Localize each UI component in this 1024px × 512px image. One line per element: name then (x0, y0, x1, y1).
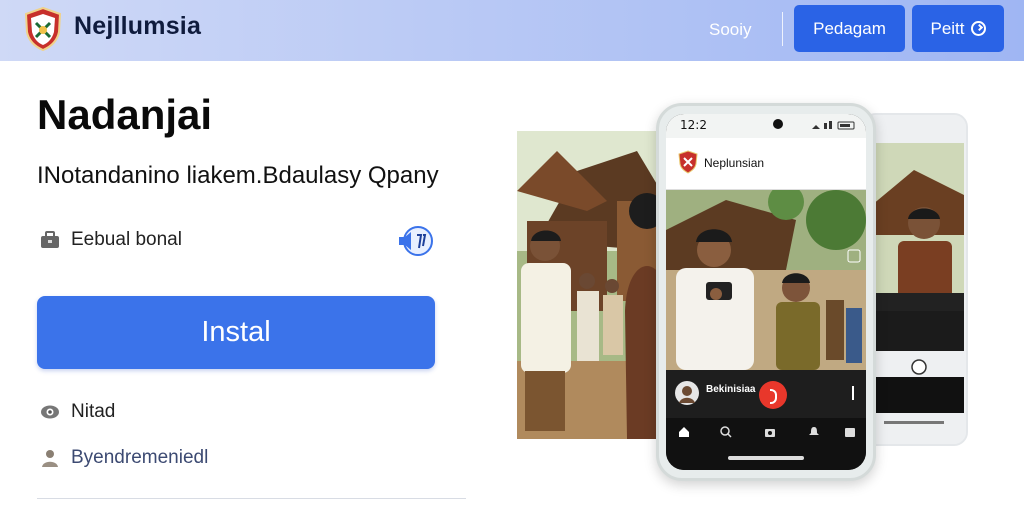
top-header: Nejllumsia Sooiy Pedagam Peitt (0, 0, 1024, 61)
phone-bottom-nav (666, 418, 866, 470)
phone-mockup: 12:2 Neplunsian Bekinisiaa (656, 103, 876, 481)
video-frame[interactable] (666, 190, 866, 370)
feature-label: Eebual bonal (71, 229, 182, 250)
profile-name: Bekinisiaa (706, 384, 756, 395)
speaker-icon[interactable] (397, 224, 435, 258)
header-primary-button[interactable]: Pedagam (794, 5, 905, 52)
home-indicator (728, 456, 804, 460)
camera-icon[interactable] (764, 426, 776, 438)
header-secondary-button[interactable]: Peitt (912, 5, 1004, 52)
secondary-phone-mockup (862, 113, 968, 446)
briefcase-icon (41, 231, 59, 248)
page-title: Nadanjai (37, 91, 213, 138)
bell-icon[interactable] (808, 426, 820, 438)
logo-shield-icon[interactable] (24, 7, 62, 51)
live-button[interactable] (759, 381, 787, 409)
nav-divider (782, 12, 783, 46)
camera-notch-icon (773, 119, 783, 129)
home-icon[interactable] (678, 426, 690, 438)
section-divider (37, 498, 466, 499)
more-icon[interactable] (850, 386, 856, 400)
install-label: Instal (201, 316, 271, 348)
nav-link[interactable]: Sooiy (709, 20, 752, 40)
phone-time: 12:2 (680, 118, 707, 132)
page-subtitle: INotandanino liakem.Bdaulasy Qpany (37, 162, 439, 189)
search-icon[interactable] (720, 426, 732, 438)
phone-app-bar: Neplunsian (666, 138, 866, 190)
avatar[interactable] (674, 380, 700, 406)
header-secondary-label: Peitt (930, 18, 965, 38)
profile-bar: Bekinisiaa (666, 370, 866, 418)
arrow-circle-icon (970, 21, 986, 36)
signal-battery-icon (812, 121, 855, 130)
phone-status-bar: 12:2 (666, 114, 866, 138)
note-label: Nitad (71, 401, 116, 422)
app-logo-icon (678, 150, 698, 174)
phone-screen: 12:2 Neplunsian Bekinisiaa (666, 114, 866, 470)
secondary-phone-screen (864, 115, 966, 444)
brand-name[interactable]: Nejllumsia (74, 12, 201, 41)
profile-icon[interactable] (844, 426, 856, 438)
app-name: Neplunsian (704, 156, 765, 170)
eye-icon (41, 405, 59, 419)
header-primary-label: Pedagam (813, 18, 886, 38)
user-label[interactable]: Byendremeniedl (71, 447, 208, 469)
install-button[interactable]: Instal (37, 296, 435, 369)
person-icon (42, 450, 58, 467)
